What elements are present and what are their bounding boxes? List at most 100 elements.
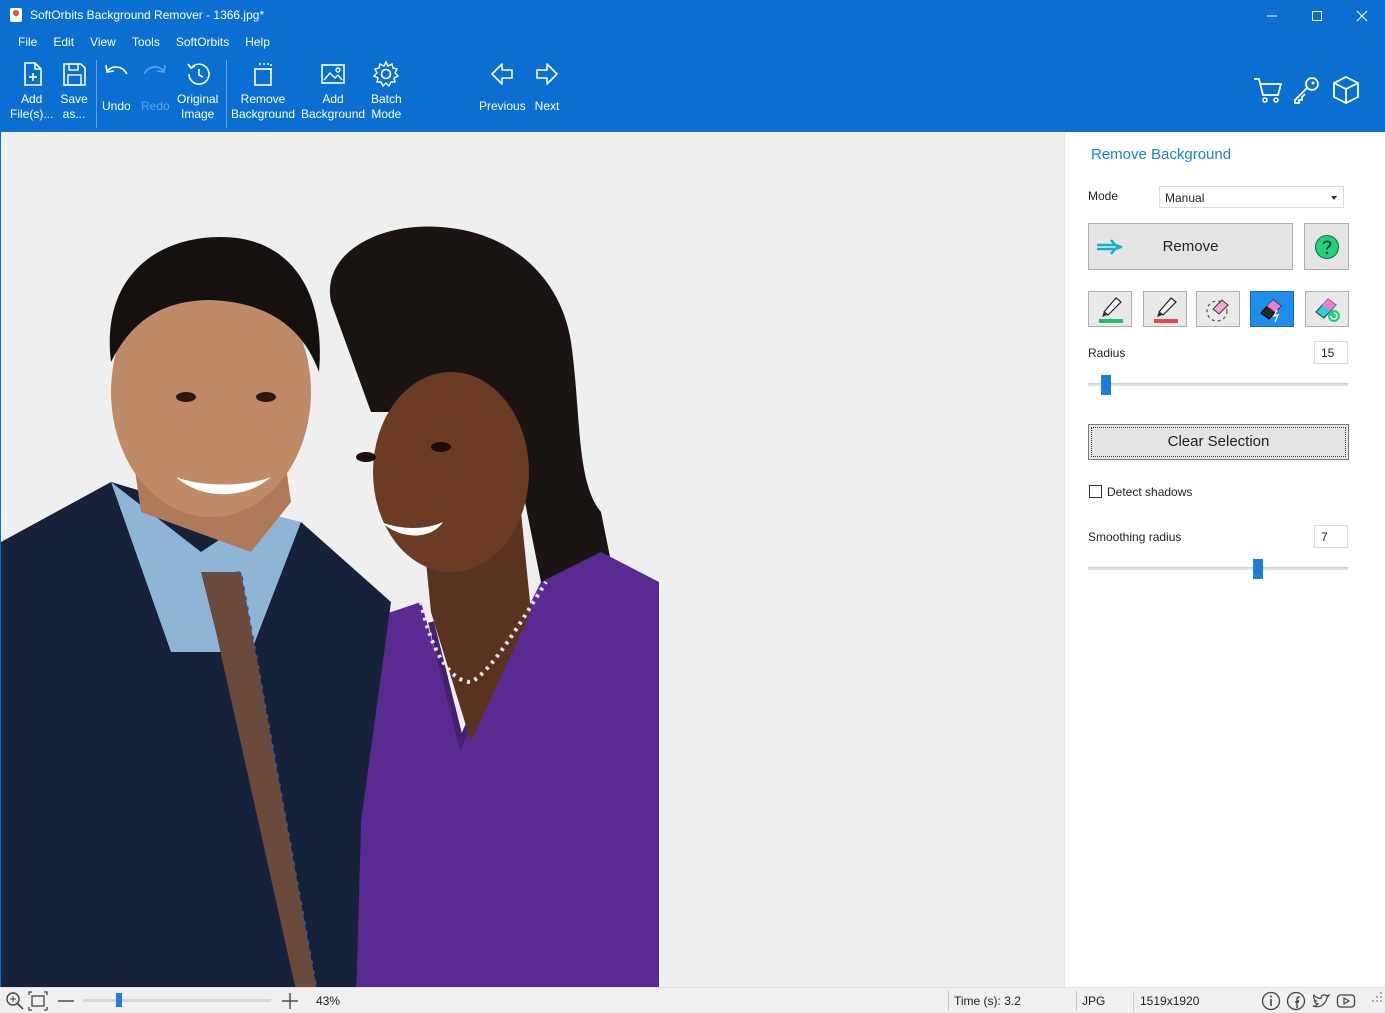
magic-eraser-icon: [1260, 299, 1282, 323]
save-as-button[interactable]: Save as...: [60, 60, 88, 122]
gear-icon: [373, 60, 400, 88]
restore-icon: [1315, 298, 1340, 322]
help-button[interactable]: [1304, 223, 1349, 270]
red-marker-icon: [1154, 297, 1178, 323]
status-separator: [948, 991, 949, 1011]
menu-help[interactable]: Help: [237, 33, 278, 53]
save-icon: [63, 63, 86, 86]
next-button[interactable]: Next: [533, 60, 561, 114]
minimize-icon: [1267, 15, 1277, 16]
maximize-icon: [1312, 10, 1322, 21]
save-as-label-2: as...: [62, 107, 86, 121]
smoothing-radius-slider[interactable]: [1088, 559, 1348, 579]
close-button[interactable]: [1339, 0, 1385, 31]
twitter-icon[interactable]: [1311, 991, 1331, 1011]
menu-softorbits[interactable]: SoftOrbits: [168, 33, 237, 53]
remove-marker-tool[interactable]: [1143, 291, 1187, 327]
mode-value: Manual: [1165, 191, 1205, 205]
green-marker-icon: [1099, 297, 1123, 323]
smoothing-radius-input[interactable]: 7: [1314, 525, 1348, 548]
zoom-in-icon[interactable]: [280, 991, 300, 1011]
title-bar: SoftOrbits Background Remover - 1366.jpg…: [0, 0, 1385, 31]
photo-cutout[interactable]: [1, 182, 659, 1013]
box-icon[interactable]: [1330, 74, 1362, 106]
remove-background-label-2: Background: [231, 107, 296, 121]
minimize-button[interactable]: [1249, 0, 1295, 31]
app-header: SoftOrbits Background Remover - 1366.jpg…: [0, 0, 1385, 132]
original-image-button[interactable]: Original Image: [177, 60, 218, 122]
batch-mode-label-1: Batch: [371, 92, 402, 106]
status-separator: [1076, 991, 1077, 1011]
status-bar: 43% Time (s): 3.2 JPG 1519x1920: [0, 987, 1385, 1013]
cart-icon[interactable]: [1252, 74, 1284, 106]
detect-shadows-label: Detect shadows: [1107, 485, 1193, 499]
zoom-icon[interactable]: [5, 991, 25, 1011]
add-background-label-2: Background: [301, 107, 366, 121]
status-separator: [1133, 991, 1134, 1011]
add-background-button[interactable]: Add Background: [301, 60, 365, 122]
add-files-button[interactable]: Add File(s)...: [10, 60, 53, 122]
toolbar-separator: [226, 60, 227, 128]
next-label: Next: [534, 99, 560, 113]
image-canvas[interactable]: [0, 132, 1064, 1013]
panel-title: Remove Background: [1091, 146, 1232, 163]
help-icon: [1314, 234, 1339, 259]
history-icon: [187, 63, 210, 85]
smoothing-slider-thumb[interactable]: [1253, 559, 1263, 579]
mode-label: Mode: [1088, 189, 1119, 203]
mode-select[interactable]: Manual: [1159, 186, 1344, 208]
menu-tools[interactable]: Tools: [124, 33, 168, 53]
eraser-icon: [1206, 299, 1229, 322]
youtube-icon[interactable]: [1336, 991, 1356, 1011]
radius-input[interactable]: 15: [1314, 341, 1348, 364]
info-icon[interactable]: [1261, 991, 1281, 1011]
detect-shadows-checkbox[interactable]: [1089, 485, 1102, 498]
remove-background-label-1: Remove: [240, 92, 286, 106]
remove-button[interactable]: Remove: [1088, 223, 1293, 270]
eraser-tool[interactable]: [1196, 291, 1240, 327]
settings-panel: Remove Background Mode Manual Remove Rad…: [1064, 132, 1385, 987]
keep-marker-tool[interactable]: [1088, 291, 1132, 327]
zoom-out-icon[interactable]: [56, 991, 76, 1011]
undo-label: Undo: [102, 99, 131, 113]
original-image-label-1: Original: [177, 92, 219, 106]
radius-slider[interactable]: [1088, 375, 1348, 395]
close-icon: [1356, 10, 1368, 21]
radius-label: Radius: [1088, 346, 1126, 360]
menu-file[interactable]: File: [0, 33, 45, 53]
arrow-left-icon: [491, 63, 514, 85]
restore-eraser-tool[interactable]: [1305, 291, 1349, 327]
redo-button[interactable]: Redo: [141, 60, 170, 114]
batch-mode-label-2: Mode: [371, 107, 402, 121]
clear-selection-button[interactable]: Clear Selection: [1088, 424, 1349, 460]
auto-eraser-tool[interactable]: [1250, 291, 1294, 327]
menu-edit[interactable]: Edit: [45, 33, 82, 53]
remove-button-label: Remove: [1162, 238, 1219, 255]
radius-slider-thumb[interactable]: [1101, 375, 1111, 395]
previous-label: Previous: [479, 99, 526, 113]
processing-time: Time (s): 3.2: [954, 994, 1021, 1008]
subject-image: [1, 226, 659, 1013]
smoothing-radius-label: Smoothing radius: [1088, 530, 1182, 544]
add-file-icon: [23, 62, 42, 86]
toolbar-separator: [96, 60, 97, 128]
ribbon-toolbar: Add File(s)... Save as... Undo Redo Orig…: [0, 56, 1385, 132]
zoom-level: 43%: [316, 994, 341, 1008]
fit-to-screen-icon[interactable]: [28, 991, 48, 1011]
key-icon[interactable]: [1291, 74, 1323, 106]
menu-view[interactable]: View: [82, 33, 124, 53]
window-title: SoftOrbits Background Remover - 1366.jpg…: [30, 8, 265, 22]
batch-mode-button[interactable]: Batch Mode: [371, 60, 402, 122]
zoom-slider-thumb[interactable]: [116, 993, 122, 1007]
redo-icon: [143, 64, 167, 75]
previous-button[interactable]: Previous: [479, 60, 526, 114]
undo-button[interactable]: Undo: [102, 60, 131, 114]
zoom-slider[interactable]: [83, 993, 271, 1007]
resize-grip-icon[interactable]: [1366, 988, 1385, 1008]
add-files-label-1: Add: [20, 92, 43, 106]
facebook-icon[interactable]: [1286, 991, 1306, 1011]
maximize-button[interactable]: [1294, 0, 1340, 31]
app-logo-icon: [10, 8, 22, 22]
image-dimensions: 1519x1920: [1140, 994, 1200, 1008]
remove-background-button[interactable]: Remove Background: [231, 60, 295, 122]
